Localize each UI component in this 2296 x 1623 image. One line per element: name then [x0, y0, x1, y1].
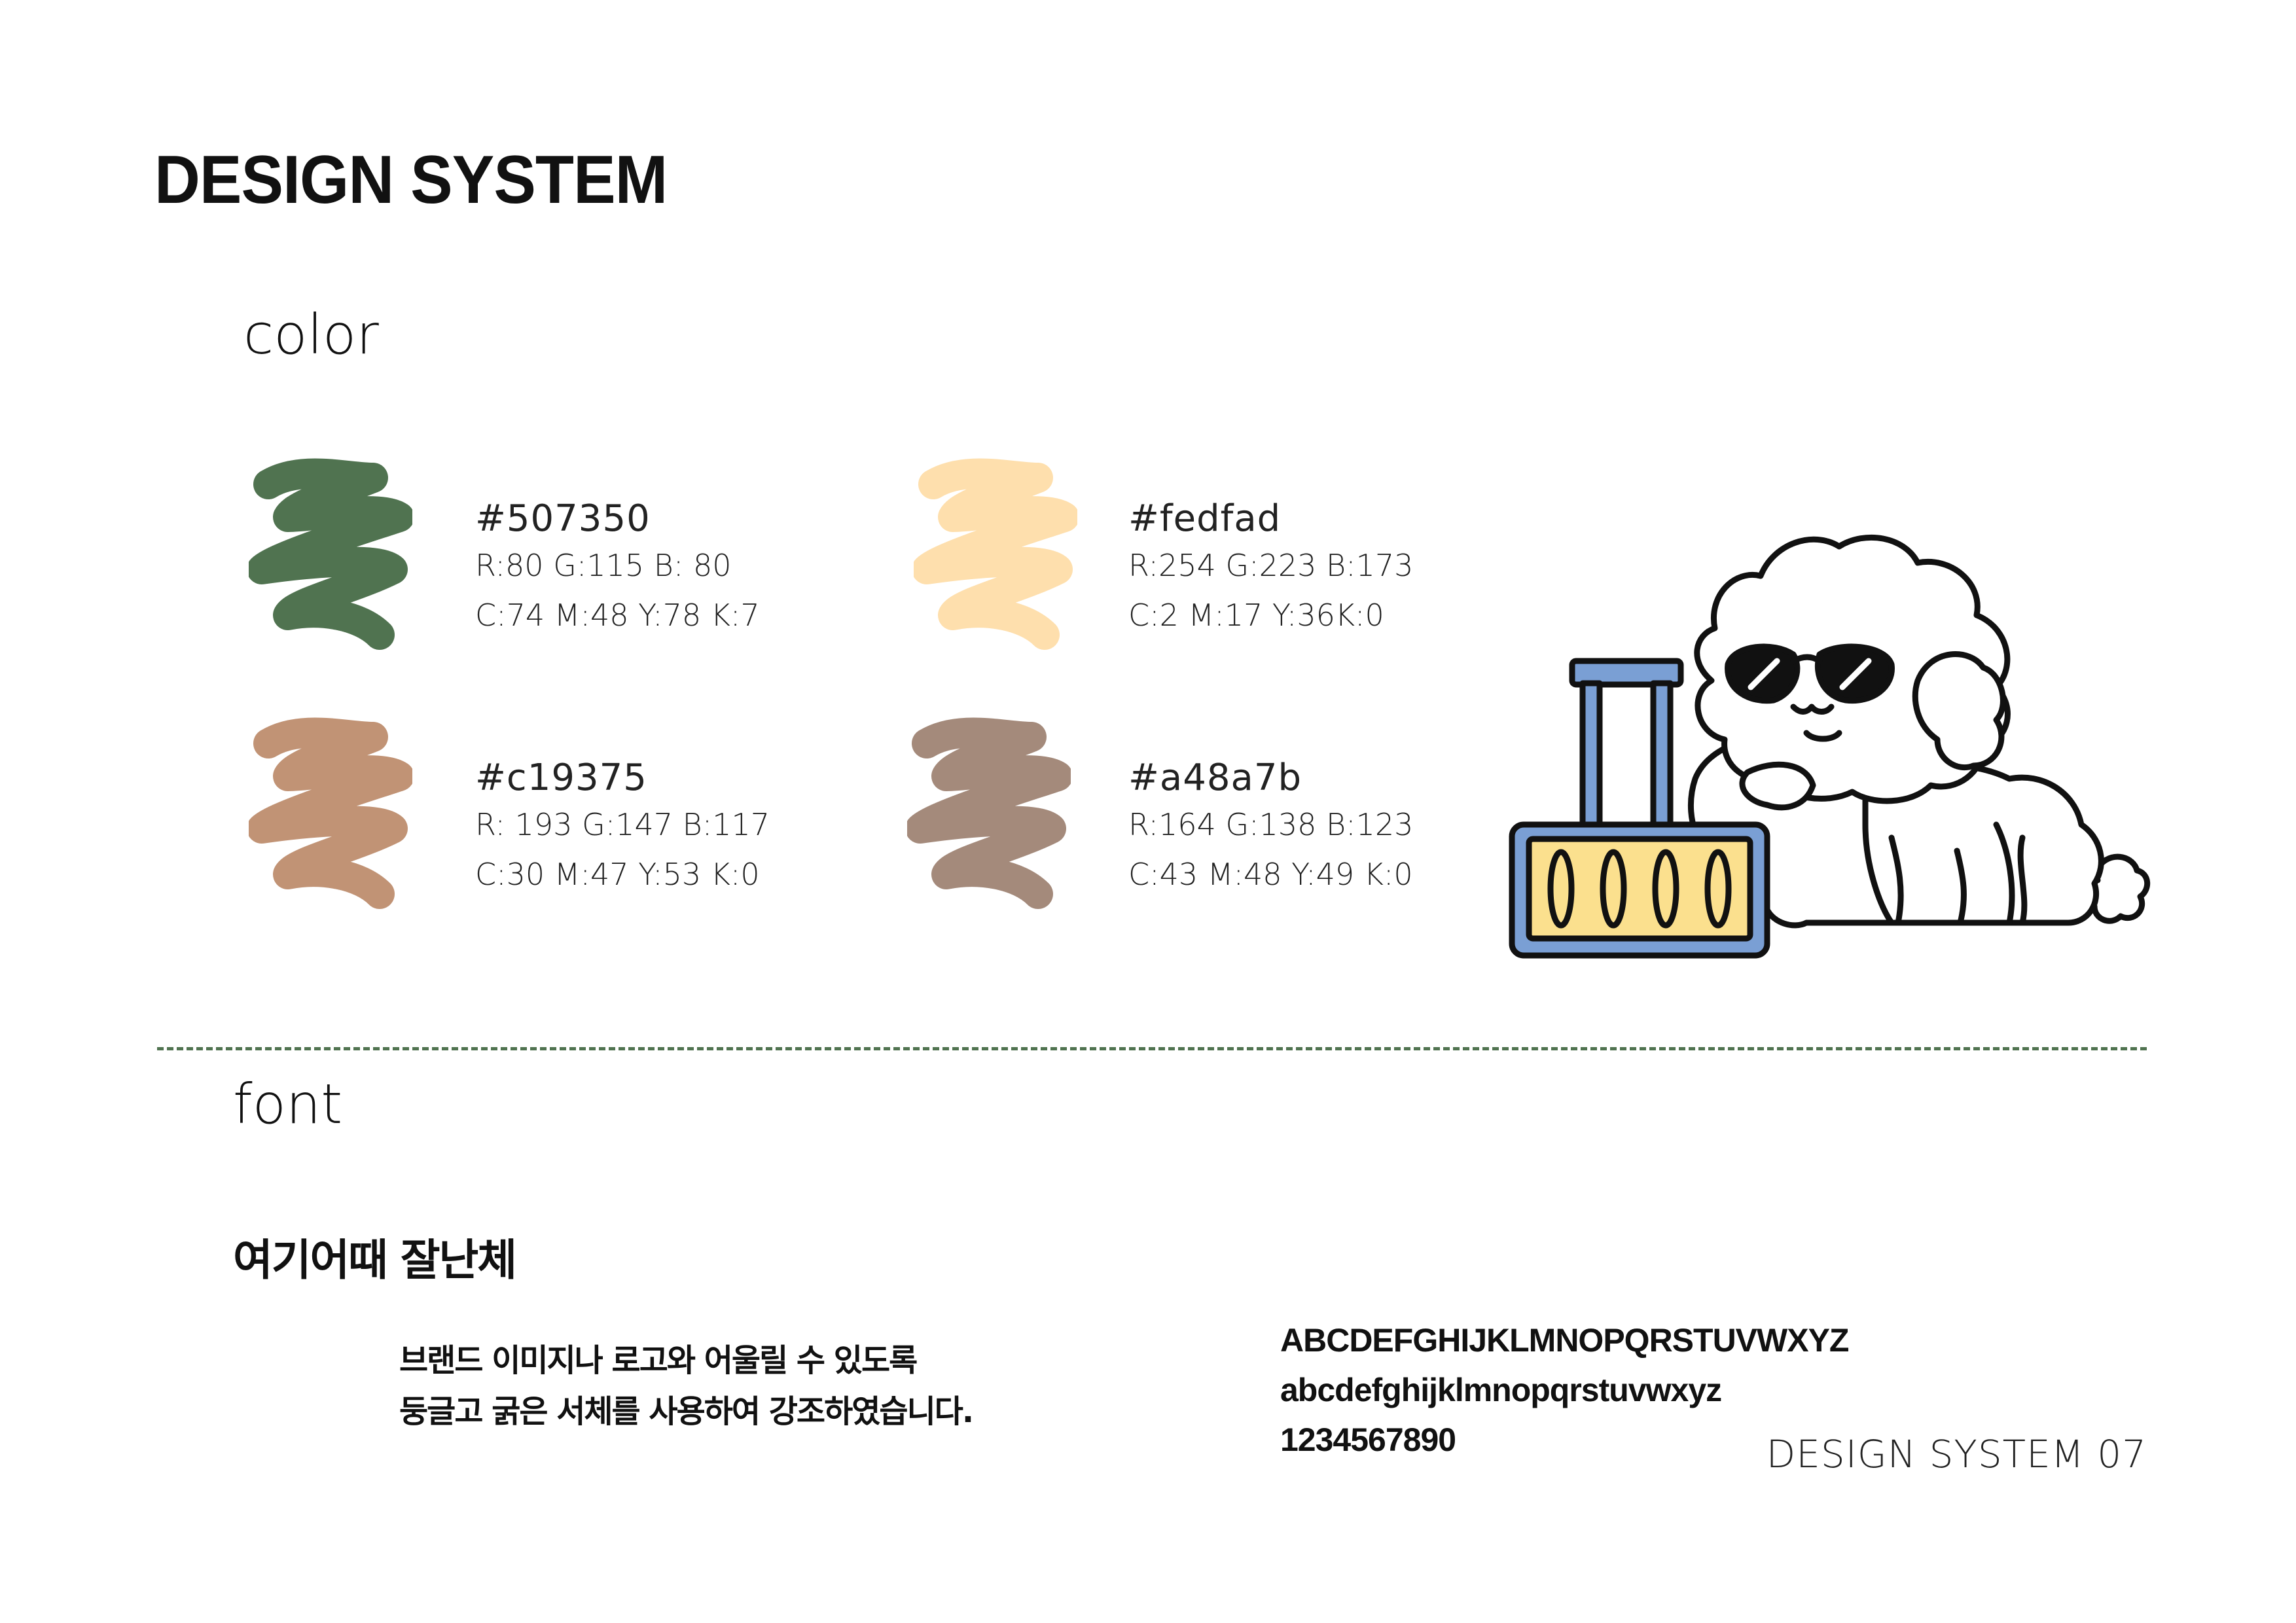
section-divider — [157, 1047, 2147, 1050]
color-section-label: color — [243, 302, 379, 366]
font-description-line: 브랜드 이미지나 로고와 어울릴 수 있도록 — [399, 1342, 918, 1379]
font-sample: ABCDEFGHIJKLMNOPQRSTUVWXYZ abcdefghijklm… — [1280, 1315, 1849, 1465]
color-hex: #a48a7b — [1128, 757, 1302, 799]
font-section-label: font — [233, 1072, 343, 1136]
color-cmyk: C:30 M:47 Y:53 K:0 — [475, 857, 760, 892]
color-hex: #c19375 — [475, 757, 647, 799]
font-sample-digits: 1234567890 — [1280, 1421, 1456, 1458]
font-name: 여기어때 잘난체 — [233, 1235, 517, 1285]
brush-stroke-icon — [249, 458, 412, 650]
color-rgb: R:80 G:115 B: 80 — [475, 548, 732, 583]
color-info-2: #fedfad R:254 G:223 B:173 C:2 M:17 Y:36K… — [1128, 497, 1413, 640]
dog-with-suitcase-icon — [1509, 534, 2151, 959]
brush-stroke-icon — [914, 458, 1077, 650]
font-sample-lowercase: abcdefghijklmnopqrstuvwxyz — [1280, 1372, 1722, 1408]
dog-illustration — [1499, 497, 2160, 969]
color-hex: #fedfad — [1128, 497, 1282, 540]
color-swatch-taupe — [907, 717, 1071, 914]
color-info-1: #507350 R:80 G:115 B: 80 C:74 M:48 Y:78 … — [475, 497, 760, 640]
color-rgb: R:164 G:138 B:123 — [1128, 807, 1414, 842]
color-cmyk: C:74 M:48 Y:78 K:7 — [475, 597, 760, 633]
color-cmyk: C:43 M:48 Y:49 K:0 — [1128, 857, 1413, 892]
color-cmyk: C:2 M:17 Y:36K:0 — [1128, 597, 1384, 633]
color-swatch-green — [249, 458, 412, 654]
color-info-4: #a48a7b R:164 G:138 B:123 C:43 M:48 Y:49… — [1128, 757, 1413, 899]
font-sample-uppercase: ABCDEFGHIJKLMNOPQRSTUVWXYZ — [1280, 1322, 1849, 1359]
font-description-line: 둥글고 굵은 서체를 사용하여 강조하였습니다. — [399, 1393, 974, 1430]
page-footer: DESIGN SYSTEM 07 — [1766, 1432, 2147, 1476]
color-info-3: #c19375 R: 193 G:147 B:117 C:30 M:47 Y:5… — [475, 757, 770, 899]
page-title: DESIGN SYSTEM — [154, 142, 668, 218]
font-description: 브랜드 이미지나 로고와 어울릴 수 있도록 둥글고 굵은 서체를 사용하여 강… — [399, 1335, 974, 1437]
color-hex: #507350 — [475, 497, 651, 540]
color-rgb: R:254 G:223 B:173 — [1128, 548, 1414, 583]
brush-stroke-icon — [249, 717, 412, 909]
color-rgb: R: 193 G:147 B:117 — [475, 807, 770, 842]
color-swatch-tan — [249, 717, 412, 914]
brush-stroke-icon — [907, 717, 1071, 909]
color-swatch-cream — [914, 458, 1077, 654]
